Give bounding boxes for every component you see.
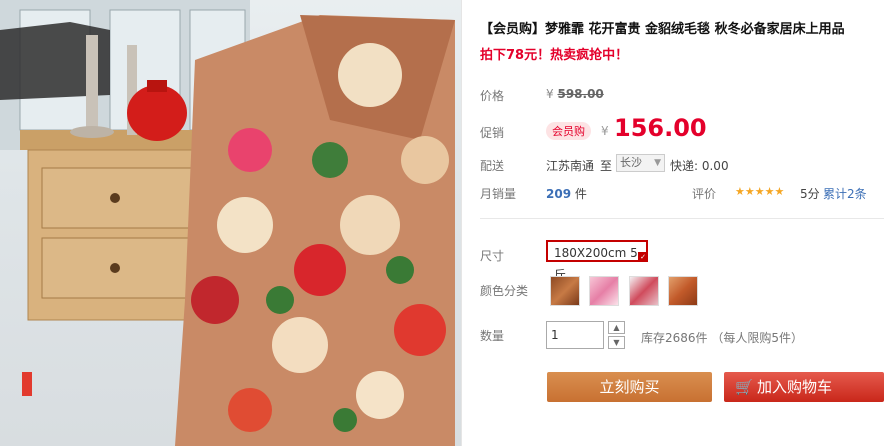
- sales-count-wrap: 209 件: [546, 185, 587, 202]
- star-rating-icon: ★★★★★: [735, 185, 785, 198]
- quantity-input[interactable]: 1: [546, 321, 604, 349]
- size-option-selected[interactable]: 180X200cm 5斤 ✓: [546, 240, 648, 282]
- original-price-value: 598.00: [557, 87, 604, 101]
- sales-count: 209: [546, 187, 572, 201]
- color-swatch-4[interactable]: [668, 276, 698, 306]
- product-photo-illustration: [0, 0, 455, 446]
- check-icon: ✓: [638, 252, 648, 262]
- original-price-currency: ¥: [546, 87, 554, 101]
- destination-value: 长沙: [620, 156, 642, 169]
- color-swatch-2[interactable]: [589, 276, 619, 306]
- member-badge: 会员购: [546, 122, 591, 140]
- quantity-increase-button[interactable]: ▲: [608, 321, 625, 334]
- shipping-label: 配送: [480, 159, 505, 173]
- stock-count: 库存2686件: [641, 331, 708, 345]
- price-label: 价格: [480, 89, 505, 103]
- purchase-limit: （每人限购5件）: [711, 331, 804, 345]
- promotion-label: 促销: [480, 126, 505, 140]
- divider: [480, 218, 884, 219]
- chevron-down-icon: ▼: [654, 158, 661, 168]
- buy-now-button[interactable]: 立刻购买: [547, 372, 712, 402]
- quantity-label: 数量: [480, 329, 505, 343]
- rating-score: 5分: [800, 187, 820, 201]
- color-label: 颜色分类: [480, 284, 529, 298]
- shipping-from: 江苏南通: [546, 159, 595, 173]
- express-fee: 快递: 0.00: [670, 159, 729, 173]
- add-to-cart-button[interactable]: 🛒 加入购物车: [724, 372, 884, 402]
- stock-text: 库存2686件 （每人限购5件）: [641, 329, 803, 346]
- promotion-price: 156.00: [614, 114, 707, 142]
- rating-label: 评价: [692, 187, 717, 201]
- original-price: ¥ 598.00: [546, 87, 604, 101]
- product-info-panel: 【会员购】梦雅霏 花开富贵 金貂绒毛毯 秋冬必备家居床上用品 拍下78元！热卖疯…: [480, 0, 884, 446]
- color-swatch-1[interactable]: [550, 276, 580, 306]
- product-image[interactable]: [0, 0, 462, 446]
- color-swatch-3[interactable]: [629, 276, 659, 306]
- add-to-cart-label: 加入购物车: [757, 378, 833, 396]
- destination-dropdown[interactable]: 长沙 ▼: [616, 154, 665, 172]
- product-title: 【会员购】梦雅霏 花开富贵 金貂绒毛毯 秋冬必备家居床上用品: [480, 22, 845, 37]
- sales-label: 月销量: [480, 187, 517, 201]
- sales-unit: 件: [574, 187, 587, 201]
- quantity-decrease-button[interactable]: ▼: [608, 336, 625, 349]
- size-label: 尺寸: [480, 249, 505, 263]
- shipping-to-word: 至: [600, 159, 613, 173]
- promo-text: 拍下78元！热卖疯抢中！: [480, 48, 629, 63]
- cart-icon: 🛒: [735, 378, 754, 396]
- promotion-currency: ¥: [601, 124, 609, 138]
- reviews-link[interactable]: 累计2条: [823, 185, 867, 202]
